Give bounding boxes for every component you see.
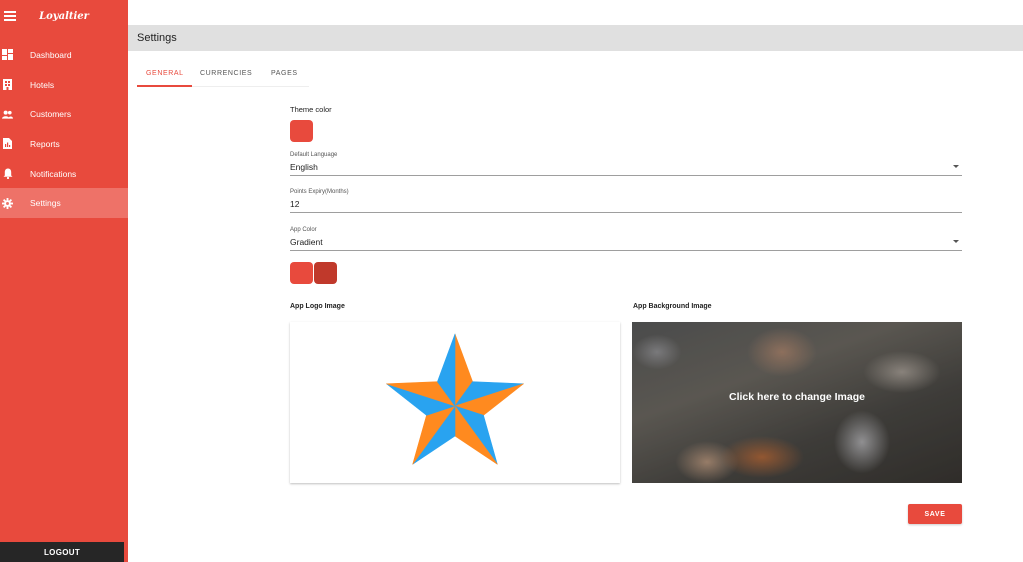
page-title: Settings bbox=[137, 32, 177, 44]
default-language-select[interactable]: English bbox=[290, 162, 318, 172]
tab-general[interactable]: GENERAL bbox=[146, 70, 184, 77]
sidebar-item-reports[interactable]: Reports bbox=[0, 129, 128, 159]
brand-logo: Loyaltier bbox=[39, 11, 89, 22]
app-logo-label: App Logo Image bbox=[290, 303, 345, 310]
sidebar-item-hotels[interactable]: Hotels bbox=[0, 70, 128, 100]
points-expiry-input[interactable]: 12 bbox=[290, 199, 299, 209]
app-color-underline bbox=[290, 250, 962, 251]
app-background-label: App Background Image bbox=[633, 303, 712, 310]
sidebar-item-notifications[interactable]: Notifications bbox=[0, 159, 128, 189]
sidebar-item-label: Dashboard bbox=[30, 49, 72, 60]
sidebar-item-settings[interactable]: Settings bbox=[0, 188, 128, 219]
theme-color-swatch[interactable] bbox=[290, 120, 313, 142]
chevron-down-icon[interactable] bbox=[953, 165, 959, 168]
sidebar-item-label: Settings bbox=[30, 198, 61, 209]
default-language-label: Default Language bbox=[290, 152, 338, 158]
sidebar-item-label: Hotels bbox=[30, 79, 55, 90]
sidebar-item-dashboard[interactable]: Dashboard bbox=[0, 40, 128, 70]
people-icon bbox=[2, 109, 13, 120]
sidebar-nav: Dashboard Hotels Customers Reports Notif… bbox=[0, 40, 128, 219]
gear-icon bbox=[2, 197, 13, 209]
app-color-swatch-secondary[interactable] bbox=[314, 262, 337, 284]
star-logo-image bbox=[386, 333, 524, 465]
sidebar-header: Loyaltier bbox=[0, 0, 128, 36]
sidebar-item-label: Customers bbox=[30, 109, 72, 120]
change-image-prompt[interactable]: Click here to change Image bbox=[632, 391, 962, 403]
app-color-swatch-primary[interactable] bbox=[290, 262, 313, 284]
points-expiry-label: Points Expiry(Months) bbox=[290, 189, 349, 195]
default-language-underline bbox=[290, 175, 962, 176]
sidebar-item-label: Notifications bbox=[30, 168, 77, 179]
report-icon bbox=[2, 138, 13, 150]
active-tab-indicator bbox=[137, 85, 192, 87]
app-logo-image-card[interactable] bbox=[290, 322, 620, 483]
save-button[interactable]: SAVE bbox=[908, 504, 962, 524]
hotel-icon bbox=[2, 79, 13, 91]
tab-pages[interactable]: PAGES bbox=[271, 70, 298, 77]
sidebar-item-customers[interactable]: Customers bbox=[0, 99, 128, 129]
points-expiry-underline bbox=[290, 212, 962, 213]
app-color-select[interactable]: Gradient bbox=[290, 237, 323, 247]
dashboard-icon bbox=[2, 49, 13, 61]
chevron-down-icon[interactable] bbox=[953, 240, 959, 243]
sidebar-item-label: Reports bbox=[30, 138, 60, 149]
settings-tabs: GENERAL CURRENCIES PAGES bbox=[137, 62, 309, 87]
app-root: Loyaltier Dashboard Hotels Customers Rep… bbox=[0, 0, 1023, 562]
bell-icon bbox=[2, 168, 13, 180]
page-header-bar: Settings bbox=[128, 25, 1023, 51]
tab-currencies[interactable]: CURRENCIES bbox=[200, 70, 252, 77]
app-background-image-card[interactable]: Click here to change Image bbox=[632, 322, 962, 483]
sidebar: Loyaltier Dashboard Hotels Customers Rep… bbox=[0, 0, 128, 562]
theme-color-label: Theme color bbox=[290, 105, 332, 114]
app-color-label: App Color bbox=[290, 227, 317, 233]
logout-button[interactable]: LOGOUT bbox=[0, 542, 124, 562]
